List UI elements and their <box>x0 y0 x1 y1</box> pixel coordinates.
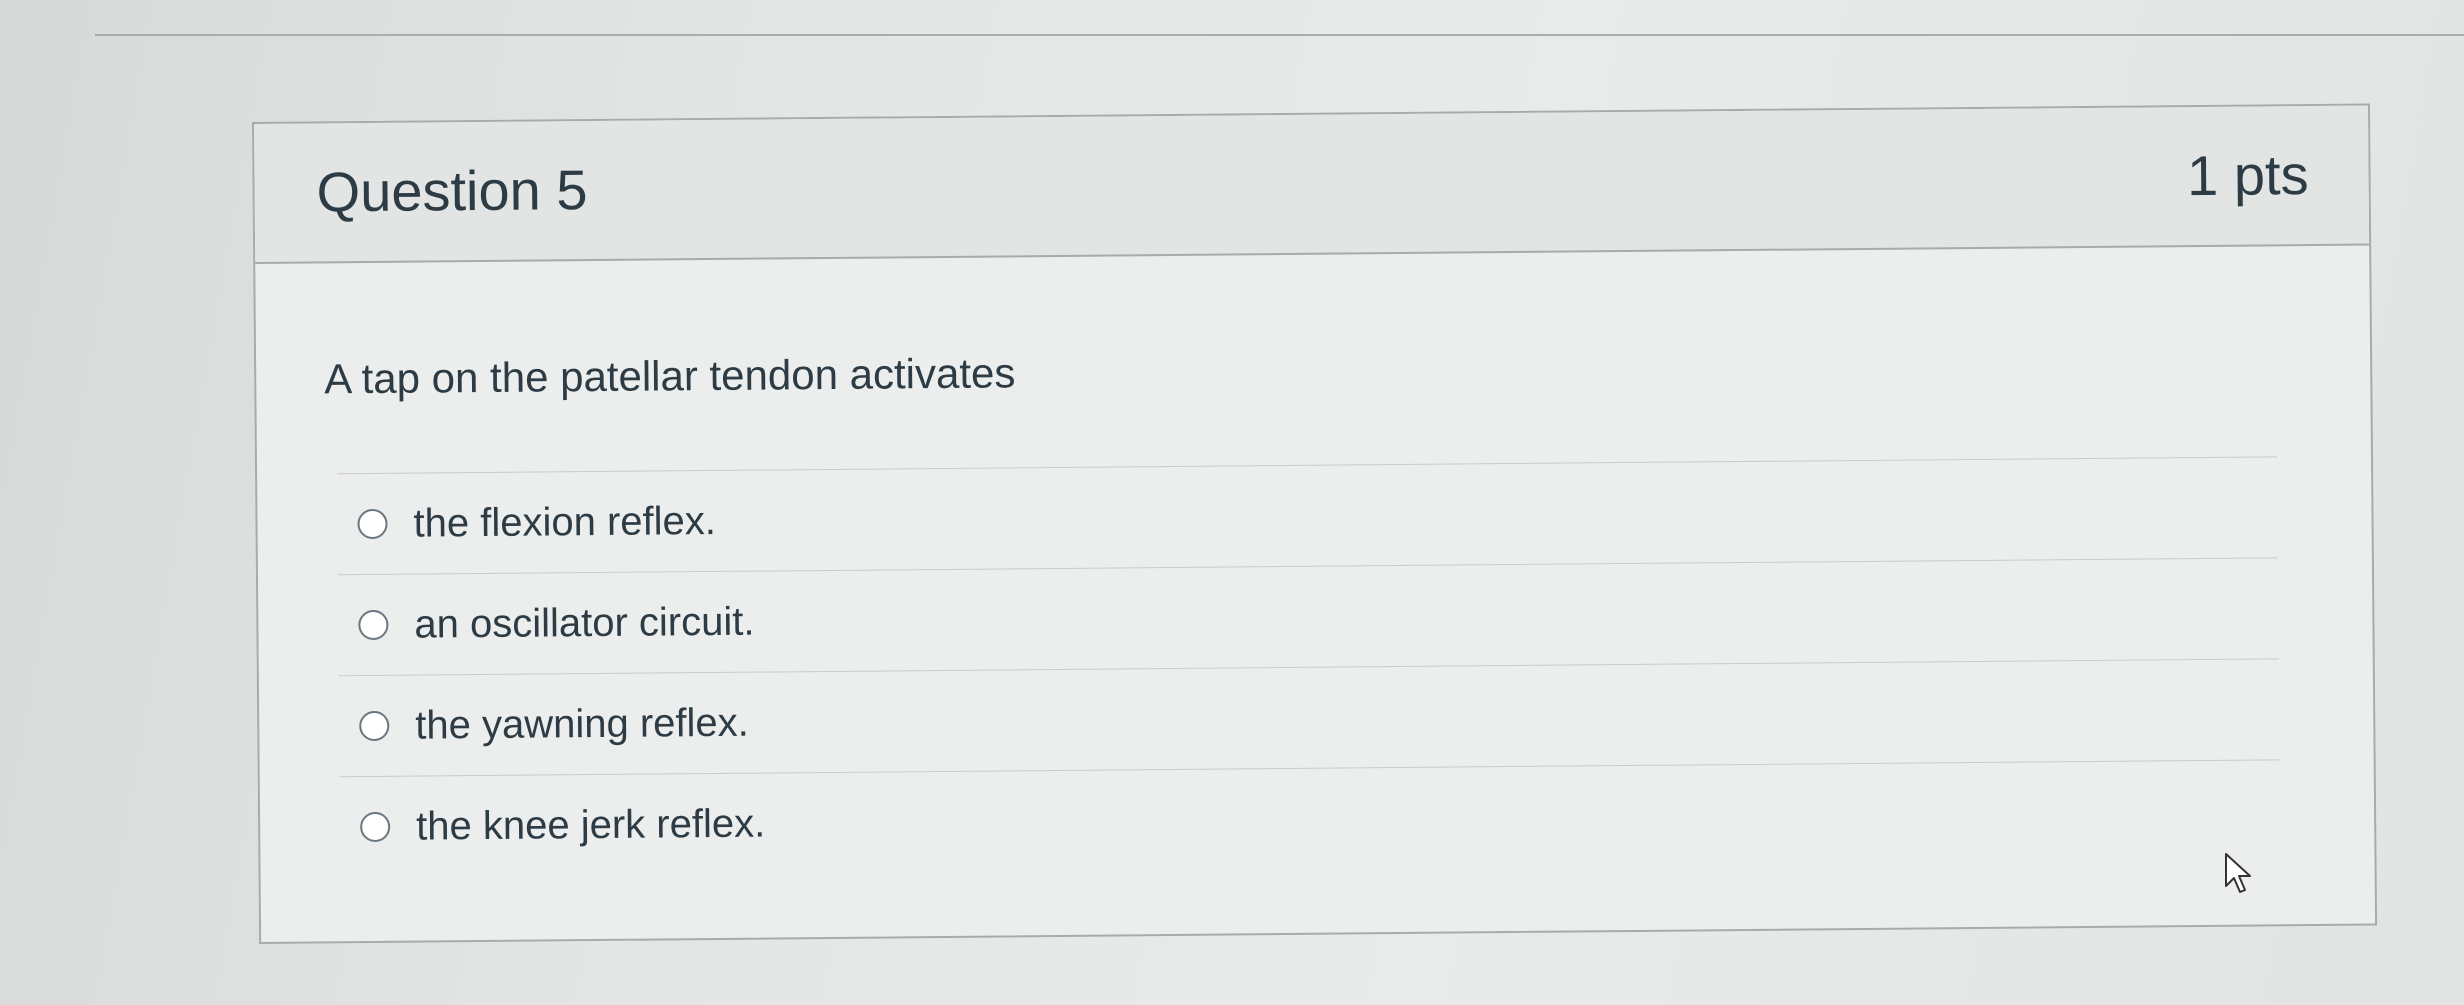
answer-option-1[interactable]: the flexion reflex. <box>337 456 2278 575</box>
answer-option-2[interactable]: an oscillator circuit. <box>337 557 2279 676</box>
radio-button-icon[interactable] <box>358 609 389 641</box>
answer-label: the flexion reflex. <box>413 498 717 546</box>
radio-button-icon[interactable] <box>359 710 390 742</box>
question-card: Question 5 1 pts A tap on the patellar t… <box>252 103 2378 944</box>
answer-label: an oscillator circuit. <box>414 599 755 647</box>
question-text: A tap on the patellar tendon activates <box>324 349 1016 403</box>
question-title: Question 5 <box>316 158 588 224</box>
page-divider <box>95 34 2464 36</box>
radio-button-icon[interactable] <box>357 508 388 540</box>
question-points: 1 pts <box>2186 143 2309 208</box>
answer-label: the knee jerk reflex. <box>415 801 766 849</box>
answer-option-3[interactable]: the yawning reflex. <box>338 658 2280 777</box>
question-header: Question 5 1 pts <box>254 105 2370 264</box>
radio-button-icon[interactable] <box>360 811 391 843</box>
mouse-pointer-icon <box>2225 853 2251 893</box>
answer-option-4[interactable]: the knee jerk reflex. <box>339 759 2281 878</box>
answer-label: the yawning reflex. <box>415 700 749 748</box>
answer-list: the flexion reflex. an oscillator circui… <box>337 456 2281 878</box>
